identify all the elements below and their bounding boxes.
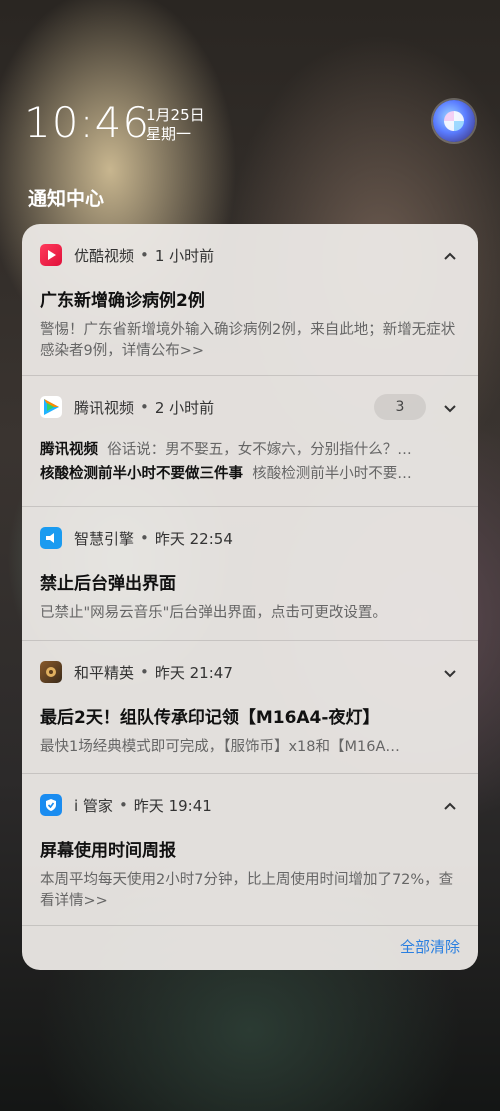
app-name: 腾讯视频	[74, 398, 135, 417]
panel-footer: 全部清除	[22, 922, 478, 970]
app-name: i 管家	[74, 796, 113, 815]
date-block: 1月25日 星期一	[146, 106, 205, 144]
row-title: 核酸检测前半小时不要做三件事	[40, 466, 243, 482]
app-name: 优酷视频	[74, 246, 135, 265]
assistant-icon[interactable]	[433, 100, 475, 142]
notification-body: 最快1场经典模式即可完成，【服饰币】x18和【M16A…	[40, 739, 400, 755]
clock-time: 10:46	[24, 98, 151, 147]
app-name: 和平精英	[74, 663, 135, 682]
chevron-up-icon[interactable]	[440, 246, 460, 265]
notification-card-youku[interactable]: 优酷视频 • 1 小时前 广东新增确诊病例2例 警惕！广东省新增境外输入确诊病例…	[22, 224, 478, 376]
notification-title: 广东新增确诊病例2例	[40, 291, 205, 311]
tencent-video-icon	[40, 396, 62, 418]
notification-title: 禁止后台弹出界面	[40, 574, 176, 594]
app-name: 智慧引擎	[74, 529, 135, 548]
notification-panel: 优酷视频 • 1 小时前 广东新增确诊病例2例 警惕！广东省新增境外输入确诊病例…	[22, 224, 478, 970]
notification-body: 本周平均每天使用2小时7分钟，比上周使用时间增加了72%，查看详情>>	[40, 872, 454, 909]
weekday-label: 星期一	[146, 125, 192, 143]
count-badge[interactable]: 3	[374, 394, 426, 420]
notification-title: 屏幕使用时间周报	[40, 841, 176, 861]
chevron-down-icon[interactable]	[440, 663, 460, 682]
list-item: 核酸检测前半小时不要做三件事 核酸检测前半小时不要…	[22, 462, 478, 486]
notification-body: 已禁止"网易云音乐"后台弹出界面，点击可更改设置。	[40, 605, 387, 621]
notification-time: 昨天 21:47	[154, 663, 233, 682]
notification-time: 2 小时前	[154, 398, 215, 417]
date-label: 1月25日	[146, 106, 205, 124]
notification-card-i-manager[interactable]: i 管家 • 昨天 19:41 屏幕使用时间周报 本周平均每天使用2小时7分钟，…	[22, 774, 478, 926]
youku-icon	[40, 244, 62, 266]
notification-time: 昨天 22:54	[154, 529, 233, 548]
list-item: 腾讯视频 俗话说：男不娶五，女不嫁六，分别指什么？…	[22, 438, 478, 462]
chevron-down-icon[interactable]	[440, 398, 460, 417]
row-title: 腾讯视频	[40, 442, 98, 458]
notification-body: 警惕！广东省新增境外输入确诊病例2例，来自此地；新增无症状感染者9例，详情公布>…	[40, 322, 456, 359]
clear-all-button[interactable]: 全部清除	[400, 936, 460, 957]
notification-time: 1 小时前	[154, 246, 215, 265]
notification-title: 最后2天！组队传承印记领【M16A4-夜灯】	[40, 708, 380, 728]
notification-center-title: 通知中心	[28, 188, 105, 210]
row-text: 核酸检测前半小时不要…	[252, 466, 412, 482]
notification-card-smart-engine[interactable]: 智慧引擎 • 昨天 22:54 禁止后台弹出界面 已禁止"网易云音乐"后台弹出界…	[22, 507, 478, 641]
pubg-icon	[40, 661, 62, 683]
chevron-up-icon[interactable]	[440, 796, 460, 815]
smart-engine-icon	[40, 527, 62, 549]
shield-icon	[40, 794, 62, 816]
row-text: 俗话说：男不娶五，女不嫁六，分别指什么？…	[107, 442, 412, 458]
notification-time: 昨天 19:41	[133, 796, 212, 815]
notification-card-peace-elite[interactable]: 和平精英 • 昨天 21:47 最后2天！组队传承印记领【M16A4-夜灯】 最…	[22, 641, 478, 774]
notification-card-tencent[interactable]: 腾讯视频 • 2 小时前 3 腾讯视频 俗话说：男不娶五，女不嫁六，分别指什么？…	[22, 376, 478, 507]
